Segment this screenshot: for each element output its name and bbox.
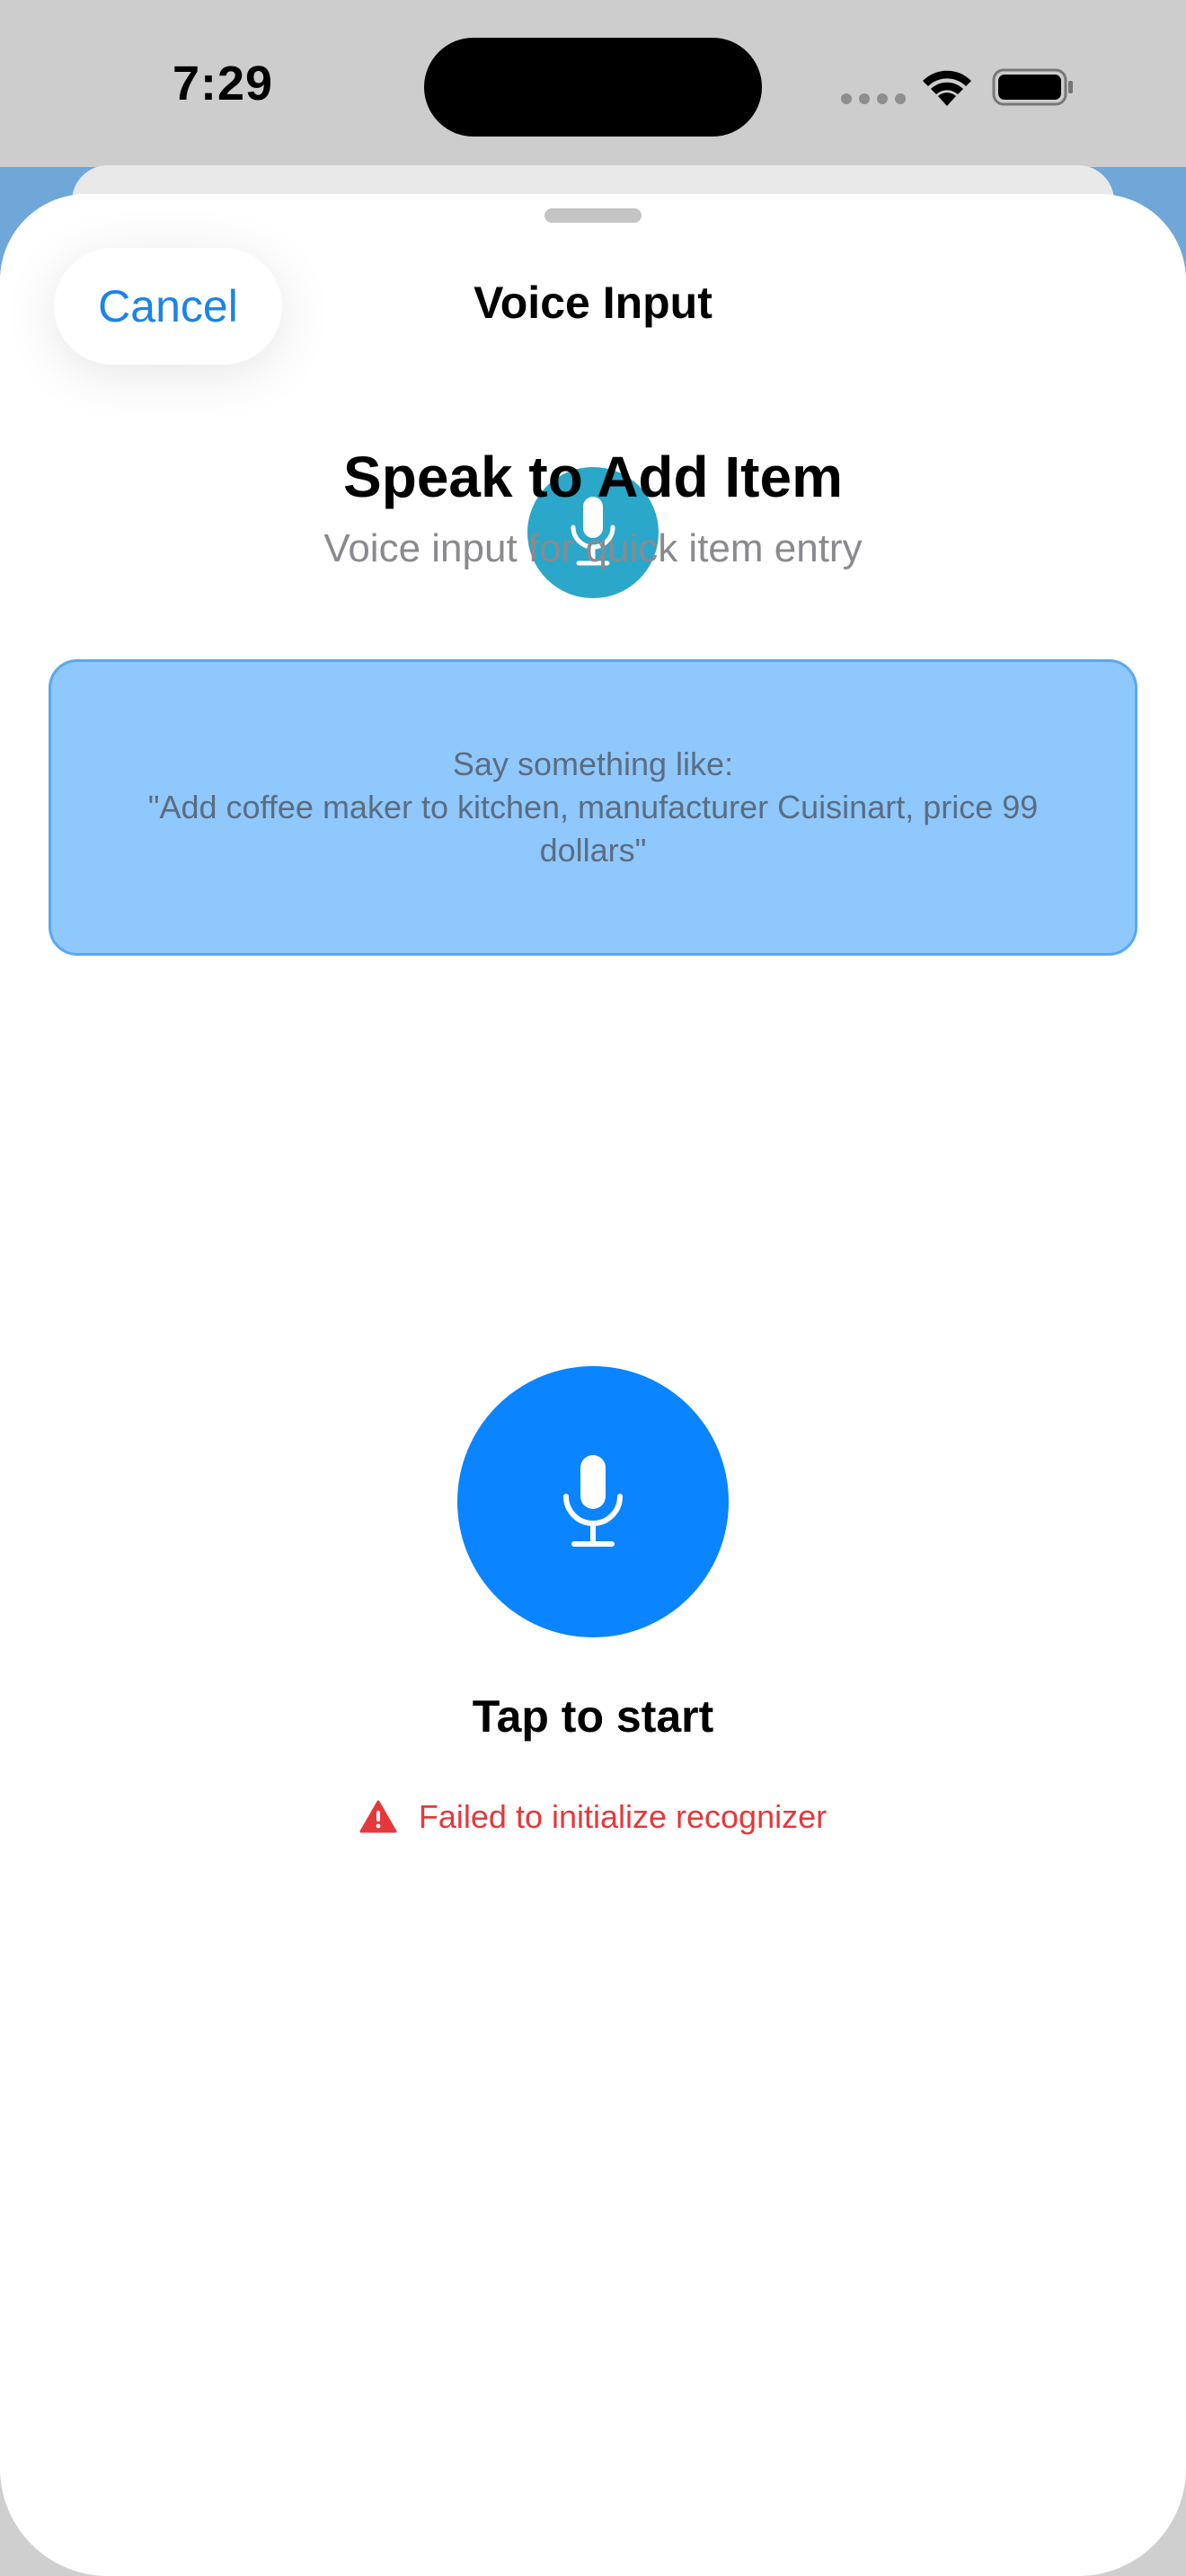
headline: Speak to Add Item	[343, 445, 843, 509]
record-button[interactable]	[457, 1366, 729, 1637]
sheet-grabber[interactable]	[544, 208, 642, 223]
cellular-signal-icon	[841, 93, 906, 104]
nav-title: Voice Input	[474, 278, 712, 328]
record-status-label: Tap to start	[472, 1691, 714, 1742]
example-phrase: "Add coffee maker to kitchen, manufactur…	[147, 789, 1039, 869]
subheadline: Voice input for quick item entry	[323, 526, 863, 570]
microphone-icon	[563, 1455, 623, 1547]
error-message: Failed to initialize recognizer	[0, 1798, 1186, 1836]
status-time: 7:29	[173, 57, 274, 110]
wifi-icon	[923, 70, 971, 106]
status-bar: 7:29	[0, 0, 1186, 167]
error-text: Failed to initialize recognizer	[418, 1798, 828, 1835]
example-hint-box: Say something like: "Add coffee maker to…	[49, 659, 1137, 956]
screen: 7:29 Cancel Voice Input Speak to Add Ite…	[0, 0, 1186, 2576]
battery-icon	[992, 68, 1073, 106]
warning-triangle-icon	[359, 1800, 397, 1833]
dynamic-island	[424, 38, 762, 137]
example-intro: Say something like:	[452, 745, 734, 782]
